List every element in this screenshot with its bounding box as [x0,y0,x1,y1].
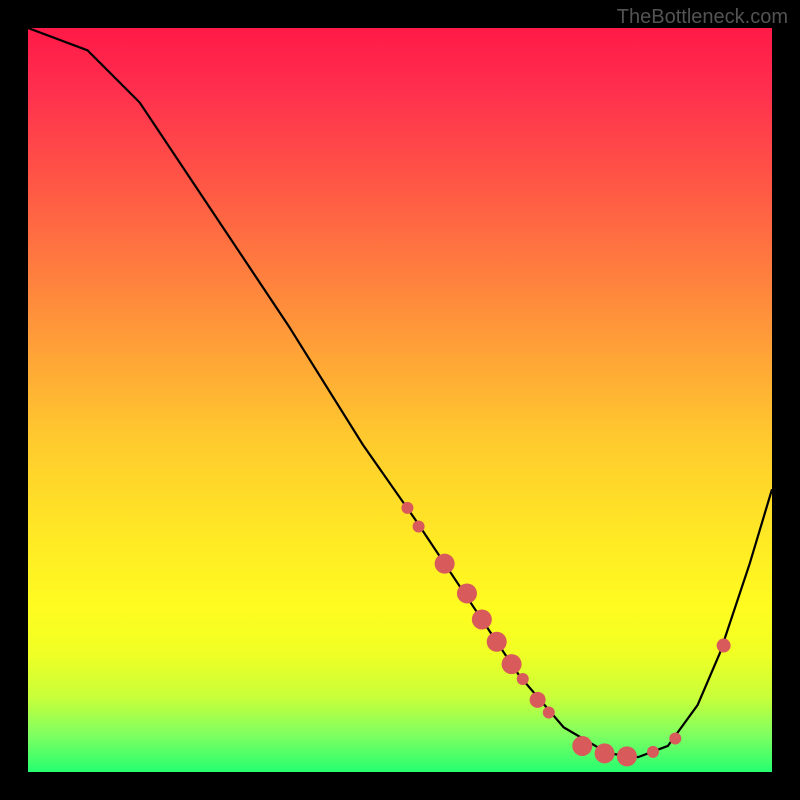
data-point [543,706,555,718]
data-point [457,583,477,603]
chart-area [28,28,772,772]
data-point [502,654,522,674]
data-point [472,609,492,629]
data-point [517,673,529,685]
chart-svg [28,28,772,772]
bottleneck-curve [28,28,772,757]
data-point [617,746,637,766]
data-point [435,554,455,574]
data-point [530,692,546,708]
data-point [669,733,681,745]
data-point [413,520,425,532]
data-point [647,746,659,758]
data-point [401,502,413,514]
data-point [595,743,615,763]
watermark-text: TheBottleneck.com [617,6,788,29]
data-point [572,736,592,756]
data-point [487,632,507,652]
data-point [717,639,731,653]
